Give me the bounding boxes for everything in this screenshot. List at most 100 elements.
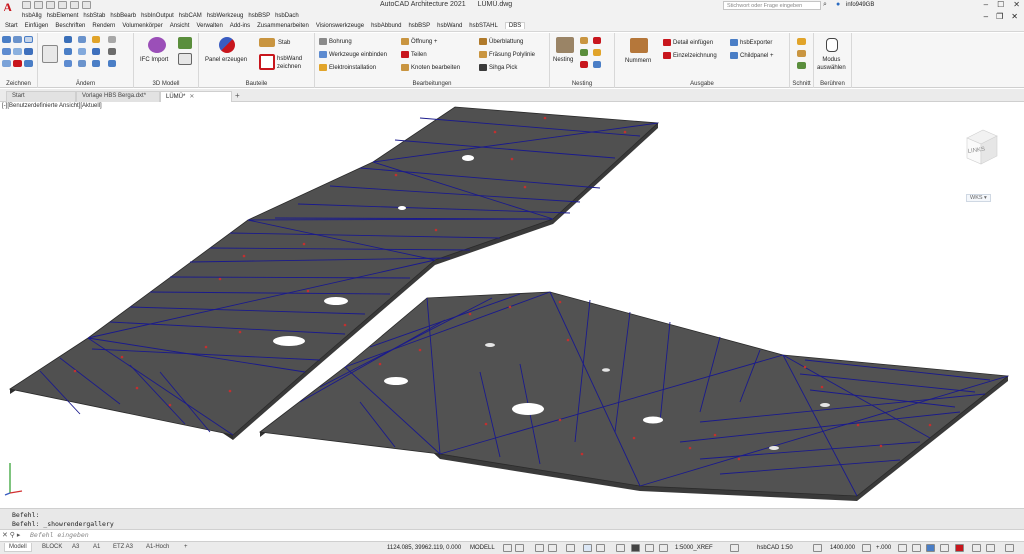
layout-tab-modell[interactable]: Modell	[4, 543, 32, 552]
quick-props-icon[interactable]	[986, 544, 995, 552]
minimize-icon[interactable]: –	[984, 0, 988, 9]
panel-title-nesting[interactable]: Nesting	[550, 81, 614, 87]
modus-auswaehlen-button[interactable]: Modus auswählen	[817, 56, 846, 72]
ribbon-tab-zusammenarbeiten[interactable]: Zusammenarbeiten	[257, 23, 309, 29]
move-icon[interactable]	[64, 36, 72, 43]
ueberblattung-button[interactable]: Überblattung	[479, 38, 523, 45]
plugin-menu-hsbbsp[interactable]: hsbBSP	[248, 13, 270, 19]
nummern-button[interactable]: Nummern	[625, 58, 651, 64]
user-name[interactable]: info949GB	[846, 2, 874, 8]
panel-title-aendern[interactable]: Ändern	[38, 81, 133, 87]
ribbon-tab-hsbabbund[interactable]: hsbAbbund	[371, 23, 401, 29]
ribbon-tab-dbs[interactable]: DBS	[504, 22, 526, 29]
ribbon-tab-add-ins[interactable]: Add-ins	[230, 23, 250, 29]
ifc-import-button[interactable]: IFC Import	[140, 57, 168, 63]
nest-6-icon[interactable]	[593, 61, 601, 68]
viewcube-icon[interactable]: LINKS	[955, 124, 1005, 174]
erase-icon[interactable]	[108, 36, 116, 43]
explode-icon[interactable]	[108, 48, 116, 55]
stab-icon[interactable]	[259, 38, 275, 47]
ifc-import-icon[interactable]	[148, 37, 166, 53]
layout-tab-a3[interactable]: A3	[68, 543, 83, 551]
schnitt-3-icon[interactable]	[797, 62, 806, 69]
drawing-viewport[interactable]: [-][Benutzerdefinierte Ansicht][Aktuell]	[0, 102, 1024, 508]
panel-title-bearbeitungen[interactable]: Bearbeitungen	[315, 81, 549, 87]
panel-erzeugen-button[interactable]: Panel erzeugen	[205, 57, 247, 63]
bohrung-button[interactable]: Bohrung	[319, 38, 352, 45]
ribbon-tab-verwalten[interactable]: Verwalten	[196, 23, 222, 29]
print-icon[interactable]	[58, 1, 67, 9]
layout-tab-block[interactable]: BLOCK	[38, 543, 66, 551]
hsbwand-icon[interactable]	[259, 54, 275, 70]
restore-doc-icon[interactable]: ❐	[996, 12, 1003, 21]
layout-tab-a1[interactable]: A1	[89, 543, 104, 551]
scale-icon[interactable]	[78, 60, 86, 67]
fraesung-button[interactable]: Fräsung Polylinie	[479, 51, 535, 58]
circle-icon[interactable]	[2, 48, 11, 55]
properties-icon[interactable]	[42, 45, 58, 63]
ribbon-tab-visionswerkzeuge[interactable]: Visionswerkzeuge	[316, 23, 364, 29]
plugin-menu-hsbbearb[interactable]: hsbBearb	[110, 13, 136, 19]
nesting-button[interactable]: Nesting	[553, 57, 573, 63]
snap-icon[interactable]	[515, 544, 524, 552]
ribbon-tab-einfügen[interactable]: Einfügen	[25, 23, 49, 29]
cut-plane-icon[interactable]	[862, 544, 871, 552]
rotate-icon[interactable]	[78, 36, 86, 43]
ribbon-tab-hsbstahl[interactable]: hsbSTAHL	[469, 23, 498, 29]
add-layout-icon[interactable]: +	[180, 543, 192, 551]
plugin-menu-hsbinoutput[interactable]: hsbInOutput	[141, 13, 174, 19]
panel-title-zeichnen[interactable]: Zeichnen	[0, 81, 37, 87]
nest-3-icon[interactable]	[580, 49, 588, 56]
nummern-icon[interactable]	[630, 38, 648, 53]
oeffnung-button[interactable]: Öffnung +	[401, 38, 437, 45]
panel-title-schnitt[interactable]: Schnitt	[790, 81, 813, 87]
plugin-menu-hsbcam[interactable]: hsbCAM	[179, 13, 202, 19]
undo-icon[interactable]	[70, 1, 79, 9]
ribbon-tab-rendern[interactable]: Rendern	[92, 23, 115, 29]
open-icon[interactable]	[22, 1, 31, 9]
close-tab-icon[interactable]: ✕	[189, 94, 194, 100]
clean-screen-icon[interactable]	[940, 544, 949, 552]
file-tab-start[interactable]: Start	[6, 91, 76, 102]
einzelzeichnung-button[interactable]: Einzelzeichnung	[663, 52, 717, 59]
hatch-icon[interactable]	[24, 48, 33, 55]
elektroinstallation-button[interactable]: Elektroinstallation	[319, 64, 376, 71]
selection-cycle-icon[interactable]	[631, 544, 640, 552]
schnitt-2-icon[interactable]	[797, 50, 806, 57]
customize-icon[interactable]	[1005, 544, 1014, 552]
command-placeholder[interactable]: Befehl eingeben	[30, 531, 89, 539]
nest-5-icon[interactable]	[580, 61, 588, 68]
copy-icon[interactable]	[64, 48, 72, 55]
file-tab-lumu[interactable]: LÜMÜ* ✕	[160, 91, 232, 102]
nest-4-icon[interactable]	[593, 49, 601, 56]
plugin-menu-hsballg[interactable]: hsbAllg	[22, 13, 42, 19]
ribbon-tab-hsbbsp[interactable]: hsbBSP	[408, 23, 430, 29]
plugin-menu-hsbstab[interactable]: hsbStab	[83, 13, 105, 19]
teilen-button[interactable]: Teilen	[401, 51, 427, 58]
nesting-icon[interactable]	[556, 37, 574, 53]
hsbexporter-button[interactable]: hsbExporter	[730, 39, 772, 46]
wks-dropdown[interactable]: WKS ▾	[966, 194, 991, 202]
hsbwand-button[interactable]: hsbWand zeichnen	[277, 55, 302, 71]
nest-1-icon[interactable]	[580, 37, 588, 44]
childpanel-button[interactable]: Childpanel +	[730, 52, 774, 59]
model-tool-icon[interactable]	[178, 37, 192, 49]
search-icon[interactable]: ⌕	[823, 1, 831, 9]
close-doc-icon[interactable]: ✕	[1011, 12, 1018, 21]
osnap-icon[interactable]	[566, 544, 575, 552]
layout-tab-etz-a3[interactable]: ETZ A3	[109, 543, 137, 551]
plugin-menu-hsbelement[interactable]: hsbElement	[47, 13, 79, 19]
arc-icon[interactable]	[13, 48, 22, 55]
workspace-icon[interactable]	[730, 544, 739, 552]
ribbon-tab-start[interactable]: Start	[5, 23, 18, 29]
lineweight-icon[interactable]	[596, 544, 605, 552]
plugin-menu-hsbwerkzeug[interactable]: hsbWerkzeug	[207, 13, 244, 19]
saveas-icon[interactable]	[46, 1, 55, 9]
nest-2-icon[interactable]	[593, 37, 601, 44]
units-icon[interactable]	[972, 544, 981, 552]
fillet-icon[interactable]	[92, 48, 100, 55]
layout-tab-a1-hoch[interactable]: A1-Hoch	[142, 543, 173, 551]
command-input[interactable]: ✕ ⚲ ▸ Befehl eingeben	[0, 529, 1024, 540]
plugin-menu-hsbdach[interactable]: hsbDach	[275, 13, 299, 19]
stretch-icon[interactable]	[64, 60, 72, 67]
